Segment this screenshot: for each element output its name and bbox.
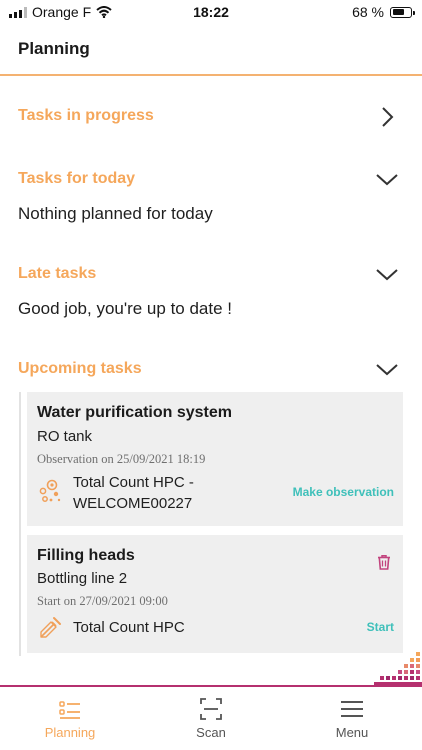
- observation-icon: [39, 479, 61, 502]
- start-button[interactable]: Start: [367, 620, 394, 634]
- task-name: Filling heads: [37, 547, 135, 564]
- pipette-icon: [40, 617, 61, 638]
- chevron-down-icon: [376, 174, 398, 186]
- trash-icon[interactable]: [375, 553, 393, 571]
- task-test-line: WELCOME00227: [73, 495, 193, 512]
- header: Planning: [0, 26, 422, 76]
- tab-planning[interactable]: Planning: [0, 687, 140, 750]
- section-late-tasks[interactable]: Late tasks: [18, 262, 404, 288]
- tab-label: Planning: [44, 725, 96, 740]
- scan-icon: [200, 698, 222, 720]
- today-message: Nothing planned for today: [18, 204, 213, 223]
- chevron-down-icon: [376, 364, 398, 376]
- task-card[interactable]: Water purification system RO tank Observ…: [27, 392, 403, 526]
- task-location: Bottling line 2: [37, 570, 128, 587]
- section-upcoming-tasks[interactable]: Upcoming tasks: [18, 357, 404, 383]
- make-observation-button[interactable]: Make observation: [293, 485, 394, 499]
- section-label: Tasks in progress: [18, 107, 154, 124]
- chevron-right-icon: [382, 107, 394, 127]
- task-test-line: Total Count HPC -: [73, 474, 194, 491]
- late-message: Good job, you're up to date !: [18, 299, 233, 318]
- pixel-pattern-decoration: [374, 652, 422, 686]
- tab-scan[interactable]: Scan: [141, 687, 281, 750]
- tab-label: Menu: [335, 725, 369, 740]
- task-location: RO tank: [37, 428, 93, 445]
- chevron-down-icon: [376, 269, 398, 281]
- task-test: Total Count HPC: [73, 619, 185, 636]
- task-name: Water purification system: [37, 404, 233, 421]
- section-label: Upcoming tasks: [18, 360, 142, 377]
- task-meta: Start on 27/09/2021 09:00: [37, 594, 168, 608]
- task-card[interactable]: Filling heads Bottling line 2 Start on 2…: [27, 535, 403, 653]
- battery-percent: 68 %: [352, 4, 384, 20]
- tab-label: Scan: [196, 725, 226, 740]
- page-title: Planning: [18, 39, 90, 58]
- planning-icon: [59, 701, 80, 719]
- status-bar: Orange F 18:22 68 %: [0, 0, 422, 26]
- section-tasks-for-today[interactable]: Tasks for today: [18, 167, 404, 193]
- battery-icon: [390, 6, 415, 18]
- section-tasks-in-progress[interactable]: Tasks in progress: [18, 104, 404, 130]
- status-right: 68 %: [352, 4, 415, 20]
- task-meta: Observation on 25/09/2021 18:19: [37, 452, 206, 466]
- task-test: Total Count HPC - WELCOME00227: [73, 472, 194, 514]
- upcoming-rail: [19, 392, 21, 656]
- menu-icon: [341, 701, 363, 717]
- section-label: Tasks for today: [18, 170, 136, 187]
- tab-menu[interactable]: Menu: [282, 687, 422, 750]
- tab-bar: Planning Scan Menu: [0, 687, 422, 750]
- section-label: Late tasks: [18, 265, 97, 282]
